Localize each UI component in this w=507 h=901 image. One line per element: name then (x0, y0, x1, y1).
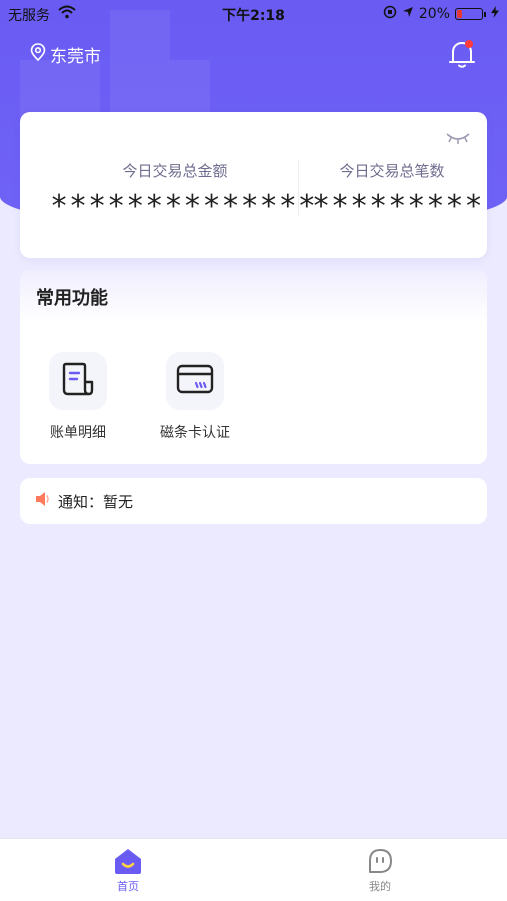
bill-icon-box (49, 352, 107, 410)
profile-icon (340, 847, 420, 875)
status-bar: 无服务 下午2:18 20% (0, 0, 507, 28)
unread-badge (465, 40, 473, 48)
notice-text: 通知：暂无 (58, 492, 134, 511)
card-icon-box (166, 352, 224, 410)
total-count-value: ********* (312, 189, 484, 224)
location-selector[interactable]: 东莞市 (30, 42, 101, 67)
tab-mine[interactable]: 我的 (340, 847, 420, 894)
rotation-lock-icon (383, 5, 397, 23)
bill-details-button[interactable]: 账单明细 (48, 352, 108, 442)
total-amount-stat: 今日交易总金额 ************** (50, 160, 317, 224)
bill-details-label: 账单明细 (50, 425, 106, 441)
location-text: 东莞市 (50, 47, 101, 67)
transaction-summary-card: 今日交易总金额 ************** 今日交易总笔数 ********* (20, 112, 487, 258)
card-icon (176, 364, 214, 398)
battery-icon (455, 8, 483, 20)
location-arrow-icon (402, 6, 414, 22)
speaker-icon (34, 491, 52, 511)
bill-icon (60, 362, 96, 400)
battery-cap (484, 11, 486, 17)
common-functions-card: 常用功能 账单明细 磁条卡认证 (20, 270, 487, 464)
total-amount-label: 今日交易总金额 (122, 162, 228, 180)
battery-percent: 20% (418, 6, 450, 22)
tab-home[interactable]: 首页 (88, 847, 168, 894)
visibility-toggle-icon[interactable] (445, 130, 471, 149)
charging-icon (491, 6, 499, 22)
home-icon (88, 847, 168, 875)
common-functions-title: 常用功能 (20, 270, 487, 322)
tab-mine-label: 我的 (369, 880, 391, 893)
total-count-label: 今日交易总笔数 (339, 162, 445, 180)
location-pin-icon (30, 43, 46, 66)
magstripe-auth-button[interactable]: 磁条卡认证 (156, 352, 234, 442)
notifications-button[interactable] (447, 38, 477, 70)
bell-icon (447, 42, 477, 74)
magstripe-auth-label: 磁条卡认证 (160, 425, 230, 441)
notice-bar[interactable]: 通知：暂无 (20, 478, 487, 524)
total-count-stat: 今日交易总笔数 ********* (312, 160, 484, 224)
total-amount-value: ************** (50, 189, 317, 224)
tab-home-label: 首页 (117, 880, 139, 893)
bottom-tab-bar: 首页 我的 (0, 838, 507, 901)
stats-divider (298, 160, 299, 216)
